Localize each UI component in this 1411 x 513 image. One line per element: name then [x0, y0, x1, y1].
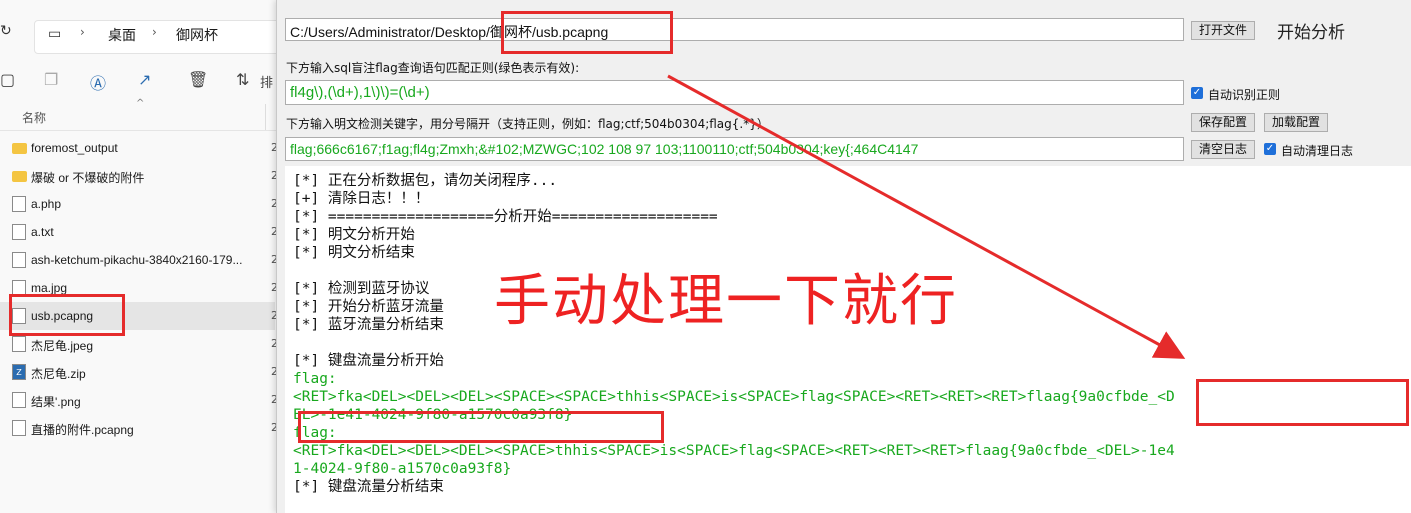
annotation-text: 手动处理一下就行 — [494, 269, 958, 334]
